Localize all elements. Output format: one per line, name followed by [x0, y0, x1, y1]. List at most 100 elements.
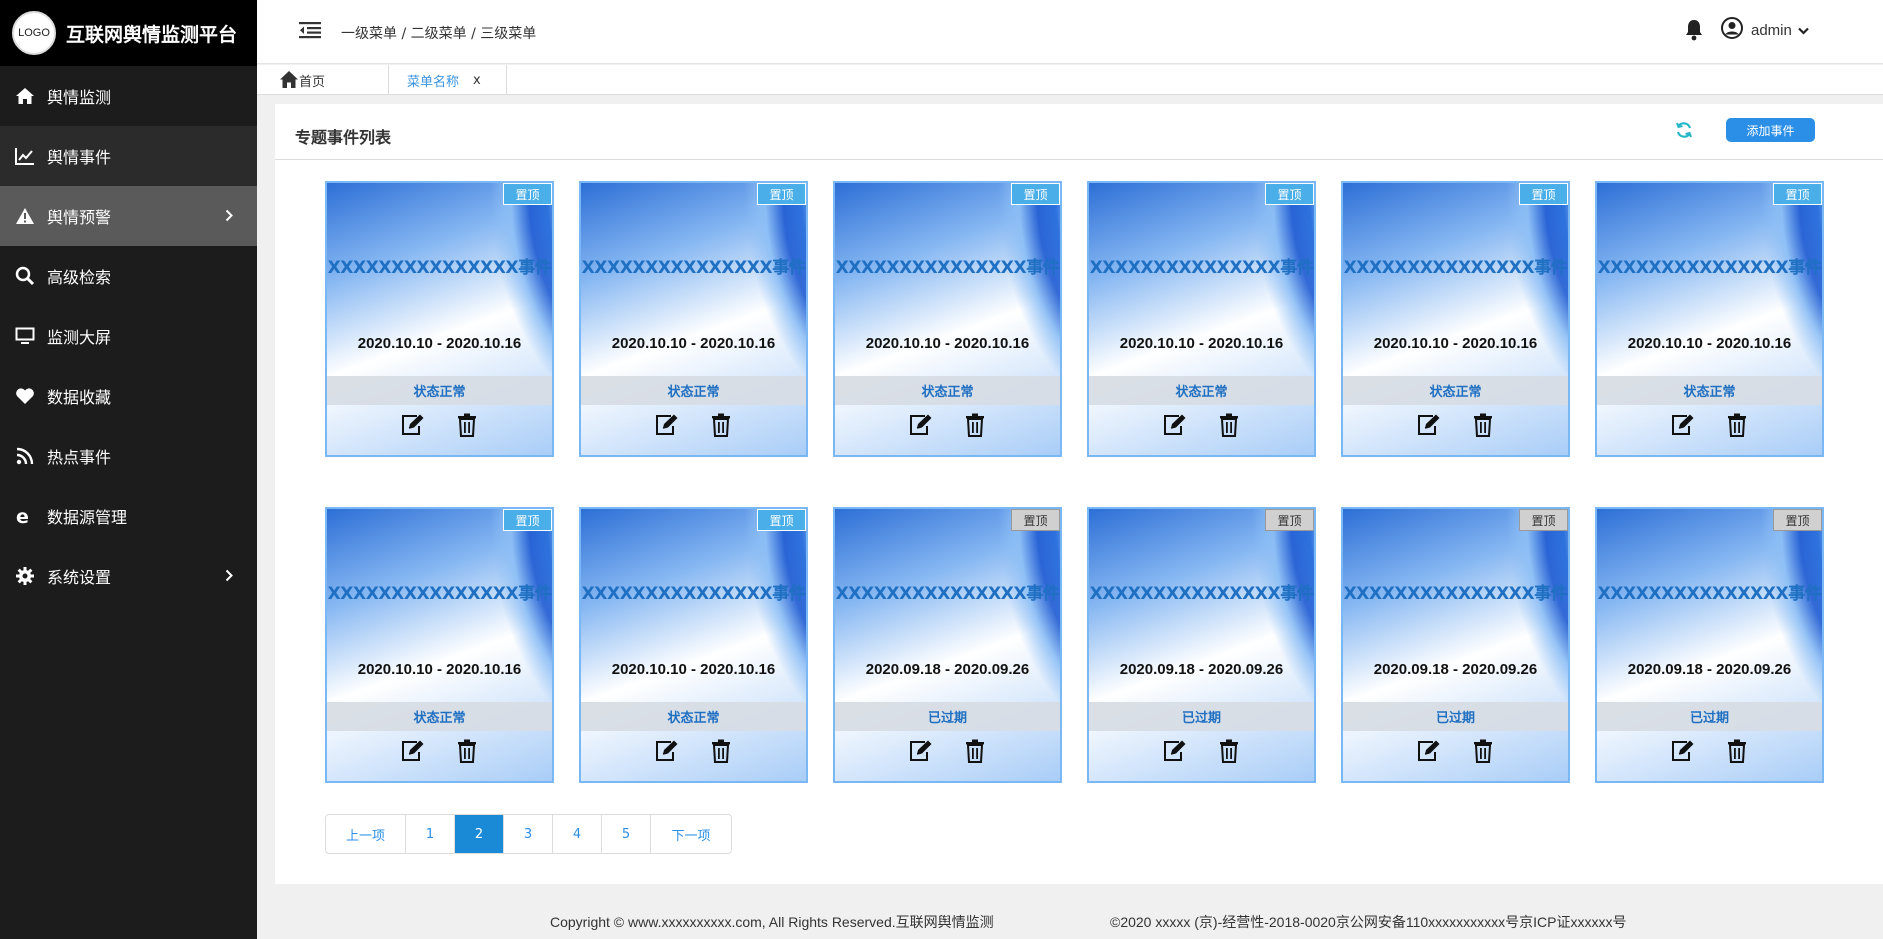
pin-badge[interactable]: 置顶 [503, 183, 552, 205]
card-title: XXXXXXXXXXXXXXX事件 [1597, 584, 1822, 604]
edit-icon[interactable] [654, 738, 680, 764]
event-card[interactable]: 置顶 XXXXXXXXXXXXXXX事件 2020.09.18 - 2020.09.… [833, 507, 1062, 783]
card-actions [1089, 412, 1314, 438]
pin-badge[interactable]: 置顶 [1519, 509, 1568, 531]
tab-current-label: 菜单名称 [407, 74, 460, 90]
sidebar-item-label: 系统设置 [47, 568, 112, 587]
edit-icon[interactable] [1416, 738, 1442, 764]
event-card[interactable]: 置顶 XXXXXXXXXXXXXXX事件 2020.09.18 - 2020.09.… [1341, 507, 1570, 783]
brand: LOGO 互联网舆情监测平台 [0, 0, 257, 66]
tab-current[interactable]: 菜单名称 x [389, 65, 507, 95]
sidebar-item-bigscreen[interactable]: 监测大屏 [0, 306, 257, 366]
prev-page-button[interactable]: 上一项 [326, 815, 406, 853]
trash-icon[interactable] [962, 412, 988, 438]
sidebar-item-hot-events[interactable]: 热点事件 [0, 426, 257, 486]
edit-icon[interactable] [400, 738, 426, 764]
tab-home[interactable]: 首页 [257, 65, 389, 95]
monitor-icon [14, 325, 36, 347]
svg-text:e: e [16, 507, 29, 525]
top-header: 一级菜单 / 二级菜单 / 三级菜单 admin [257, 0, 1883, 64]
trash-icon[interactable] [1470, 738, 1496, 764]
trash-icon[interactable] [962, 738, 988, 764]
pin-badge[interactable]: 置顶 [1519, 183, 1568, 205]
card-status: 状态正常 [327, 702, 552, 731]
edit-icon[interactable] [400, 412, 426, 438]
sidebar-item-alerts[interactable]: 舆情预警 [0, 186, 257, 246]
refresh-icon[interactable] [1675, 121, 1693, 144]
edit-icon[interactable] [1670, 738, 1696, 764]
event-card[interactable]: 置顶 XXXXXXXXXXXXXXX事件 2020.10.10 - 2020.10.… [579, 181, 808, 457]
event-card[interactable]: 置顶 XXXXXXXXXXXXXXX事件 2020.09.18 - 2020.09.… [1087, 507, 1316, 783]
event-card[interactable]: 置顶 XXXXXXXXXXXXXXX事件 2020.09.18 - 2020.09.… [1595, 507, 1824, 783]
trash-icon[interactable] [708, 738, 734, 764]
page-button-3[interactable]: 3 [504, 815, 553, 853]
bell-icon[interactable] [1685, 19, 1703, 46]
card-actions [327, 412, 552, 438]
edit-icon[interactable] [654, 412, 680, 438]
page-button-5[interactable]: 5 [602, 815, 651, 853]
trash-icon[interactable] [454, 412, 480, 438]
trash-icon[interactable] [1724, 412, 1750, 438]
card-status: 状态正常 [581, 376, 806, 405]
main-panel: 专题事件列表 添加事件 置顶 XXXXXXXXXXXXXXX事件 2020.10.1… [275, 104, 1883, 884]
tab-close-button[interactable]: x [473, 73, 481, 88]
trash-icon[interactable] [1724, 738, 1750, 764]
edit-icon[interactable] [908, 412, 934, 438]
event-card[interactable]: 置顶 XXXXXXXXXXXXXXX事件 2020.10.10 - 2020.10.… [325, 181, 554, 457]
breadcrumb: 一级菜单 / 二级菜单 / 三级菜单 [341, 26, 537, 42]
trash-icon[interactable] [1470, 412, 1496, 438]
trash-icon[interactable] [708, 412, 734, 438]
edit-icon[interactable] [1162, 412, 1188, 438]
card-date-range: 2020.10.10 - 2020.10.16 [865, 335, 1030, 352]
add-event-button[interactable]: 添加事件 [1726, 118, 1815, 142]
edit-icon[interactable] [908, 738, 934, 764]
event-card[interactable]: 置顶 XXXXXXXXXXXXXXX事件 2020.10.10 - 2020.10.… [1595, 181, 1824, 457]
event-card[interactable]: 置顶 XXXXXXXXXXXXXXX事件 2020.10.10 - 2020.10.… [1341, 181, 1570, 457]
pin-badge[interactable]: 置顶 [1265, 183, 1314, 205]
trash-icon[interactable] [1216, 412, 1242, 438]
pin-badge[interactable]: 置顶 [1773, 183, 1822, 205]
sidebar-item-label: 舆情监测 [47, 88, 112, 107]
card-actions [581, 412, 806, 438]
card-title: XXXXXXXXXXXXXXX事件 [1089, 258, 1314, 278]
pin-badge[interactable]: 置顶 [503, 509, 552, 531]
event-card[interactable]: 置顶 XXXXXXXXXXXXXXX事件 2020.10.10 - 2020.10.… [325, 507, 554, 783]
pin-badge[interactable]: 置顶 [1011, 183, 1060, 205]
pin-badge[interactable]: 置顶 [1773, 509, 1822, 531]
card-actions [1343, 738, 1568, 764]
event-card[interactable]: 置顶 XXXXXXXXXXXXXXX事件 2020.10.10 - 2020.10.… [579, 507, 808, 783]
user-menu[interactable]: admin [1721, 17, 1809, 43]
card-date-range: 2020.10.10 - 2020.10.16 [611, 335, 776, 352]
sidebar-item-settings[interactable]: 系统设置 [0, 546, 257, 606]
sidebar-item-events[interactable]: 舆情事件 [0, 126, 257, 186]
footer: Copyright © www.xxxxxxxxxx.com, All Righ… [257, 904, 1883, 939]
page-button-2[interactable]: 2 [455, 815, 504, 853]
card-title: XXXXXXXXXXXXXXX事件 [581, 258, 806, 278]
sidebar-item-favorites[interactable]: 数据收藏 [0, 366, 257, 426]
trash-icon[interactable] [454, 738, 480, 764]
edit-icon[interactable] [1670, 412, 1696, 438]
event-card[interactable]: 置顶 XXXXXXXXXXXXXXX事件 2020.10.10 - 2020.10.… [1087, 181, 1316, 457]
sidebar-item-label: 数据源管理 [47, 508, 128, 527]
card-actions [581, 738, 806, 764]
pin-badge[interactable]: 置顶 [1265, 509, 1314, 531]
card-title: XXXXXXXXXXXXXXX事件 [1343, 584, 1568, 604]
trash-icon[interactable] [1216, 738, 1242, 764]
edit-icon[interactable] [1162, 738, 1188, 764]
chevron-down-icon [1798, 22, 1809, 39]
next-page-button[interactable]: 下一项 [651, 815, 731, 853]
pin-badge[interactable]: 置顶 [1011, 509, 1060, 531]
card-date-range: 2020.09.18 - 2020.09.26 [1119, 661, 1284, 678]
sidebar-item-monitoring[interactable]: 舆情监测 [0, 66, 257, 126]
edit-icon[interactable] [1416, 412, 1442, 438]
pin-badge[interactable]: 置顶 [757, 509, 806, 531]
page-button-1[interactable]: 1 [406, 815, 455, 853]
chevron-right-icon [225, 567, 233, 586]
card-title: XXXXXXXXXXXXXXX事件 [1343, 258, 1568, 278]
pin-badge[interactable]: 置顶 [757, 183, 806, 205]
page-button-4[interactable]: 4 [553, 815, 602, 853]
menu-toggle-icon[interactable] [299, 21, 321, 44]
sidebar-item-search[interactable]: 高级检索 [0, 246, 257, 306]
sidebar-item-datasource[interactable]: e 数据源管理 [0, 486, 257, 546]
event-card[interactable]: 置顶 XXXXXXXXXXXXXXX事件 2020.10.10 - 2020.10.… [833, 181, 1062, 457]
